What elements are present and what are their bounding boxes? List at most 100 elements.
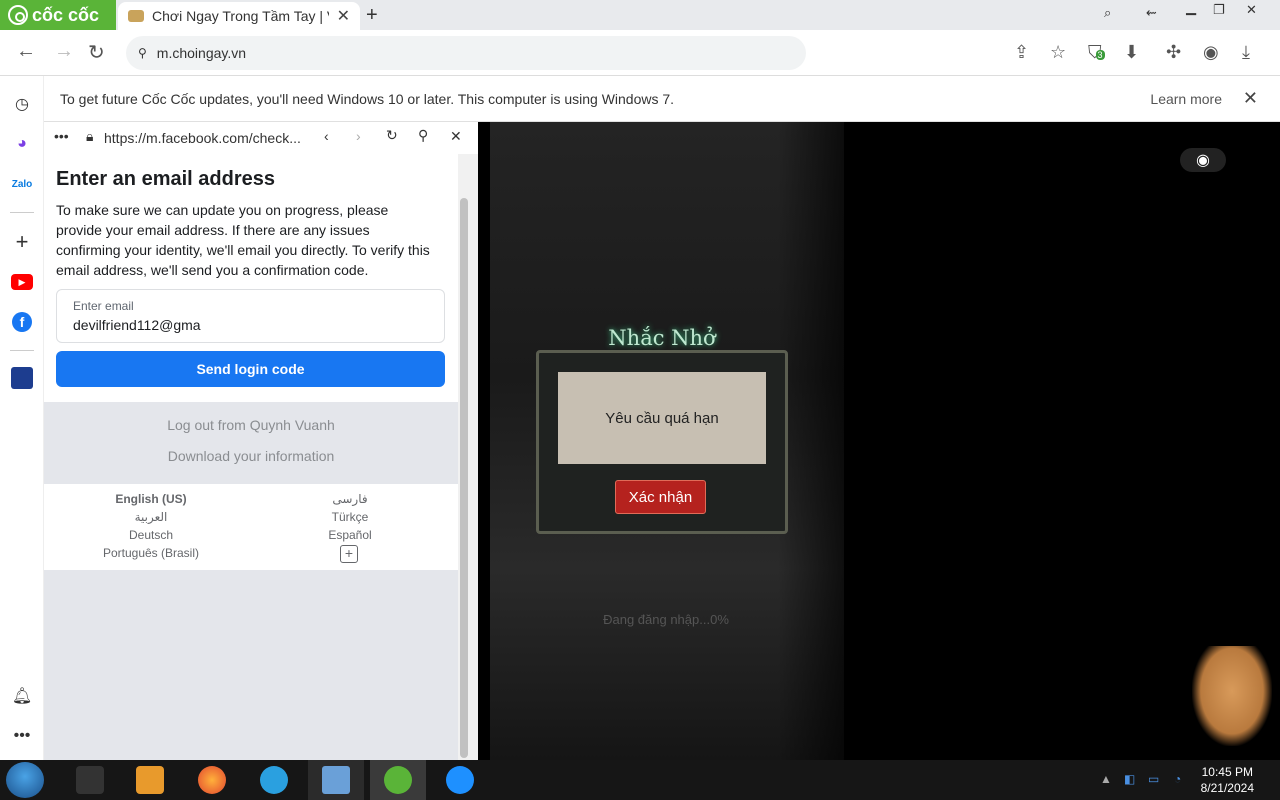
hamster-mascot-image[interactable]	[1192, 646, 1272, 746]
extension-shield-icon[interactable]: ⛉3	[1088, 42, 1105, 63]
email-label: Enter email	[73, 299, 134, 313]
language-turkish[interactable]: Türkçe	[260, 510, 440, 524]
firefox-icon	[198, 766, 226, 794]
lock-icon: 🔒︎	[86, 128, 94, 144]
email-input[interactable]	[73, 317, 423, 333]
panel-menu-icon[interactable]: •••	[54, 128, 69, 144]
side-panel-header: ••• 🔒︎ https://m.facebook.com/check... ‹…	[44, 122, 478, 154]
logout-link[interactable]: Log out from Quynh Vuanh	[44, 417, 458, 433]
reload-button[interactable]: ↻	[88, 40, 105, 65]
youtube-icon[interactable]: ▶	[10, 270, 34, 294]
panel-url: https://m.facebook.com/check...	[104, 130, 301, 146]
dialog-title: Nhắc Nhở	[608, 326, 716, 350]
game-canvas[interactable]: Nhắc Nhở Yêu cầu quá hạn Xác nhận Đang đ…	[478, 122, 1280, 760]
learn-more-link[interactable]: Learn more	[1150, 91, 1222, 107]
browser-brand-button[interactable]: cốc cốc	[0, 0, 116, 30]
share-icon[interactable]: ⇪	[1014, 42, 1029, 63]
back-to-tab-icon[interactable]: ⇜	[1146, 5, 1157, 21]
volume-icon[interactable]: ◔	[1174, 772, 1181, 786]
terminal-icon	[76, 766, 104, 794]
browser-tab-active[interactable]: Chơi Ngay Trong Tầm Tay | V ✕	[118, 2, 360, 30]
language-spanish[interactable]: Español	[260, 528, 440, 542]
panel-forward-icon[interactable]: ›	[356, 128, 361, 144]
more-languages-icon[interactable]: +	[340, 545, 358, 563]
forward-button[interactable]: →	[54, 40, 74, 63]
clock-date: 8/21/2024	[1200, 781, 1254, 795]
extension-badge: 3	[1095, 50, 1105, 60]
taskbar-app-firefox[interactable]	[184, 760, 240, 800]
taskbar-app-ie[interactable]	[432, 760, 488, 800]
download-manager-icon[interactable]: ⬇	[1124, 42, 1139, 63]
update-infobar: To get future Cốc Cốc updates, you'll ne…	[44, 76, 1280, 122]
zalo-icon[interactable]: Zalo	[10, 172, 34, 196]
media-player-icon	[136, 766, 164, 794]
language-selector: English (US) فارسی العربية Türkçe Deutsc…	[44, 484, 458, 570]
infobar-close-icon[interactable]: ✕	[1243, 88, 1258, 109]
coccoc-icon	[384, 766, 412, 794]
taskbar-clock[interactable]: 10:45 PM 8/21/2024	[1201, 764, 1254, 796]
taskbar-app-media[interactable]	[122, 760, 178, 800]
download-info-link[interactable]: Download your information	[44, 448, 458, 464]
panel-scrollbar-thumb[interactable]	[460, 198, 468, 758]
compass-browser-icon	[260, 766, 288, 794]
tray-expand-icon[interactable]: ▲	[1100, 772, 1112, 786]
facebook-icon[interactable]: f	[10, 310, 34, 334]
facebook-page: Enter an email address To make sure we c…	[44, 154, 458, 760]
rail-divider	[10, 350, 34, 351]
tab-title: Chơi Ngay Trong Tầm Tay | V	[152, 8, 329, 24]
site-info-icon[interactable]: ⚲	[138, 46, 147, 60]
language-portuguese[interactable]: Português (Brasil)	[61, 546, 241, 560]
taskbar-app-browser[interactable]	[246, 760, 302, 800]
game-shortcut-icon[interactable]	[10, 366, 34, 390]
windows-taskbar: ▲ ◧ ▭ ◔ 10:45 PM 8/21/2024	[0, 760, 1280, 800]
tab-close-icon[interactable]: ✕	[337, 6, 350, 26]
history-icon[interactable]: ◷	[10, 92, 34, 116]
extensions-icon[interactable]: ✣	[1166, 42, 1181, 63]
tab-search-icon[interactable]: ⌕	[1104, 5, 1111, 21]
minimize-button[interactable]: ▁	[1186, 0, 1196, 16]
internet-explorer-icon	[446, 766, 474, 794]
title-bar: cốc cốc Chơi Ngay Trong Tầm Tay | V ✕ + …	[0, 0, 1280, 30]
panel-reload-icon[interactable]: ↻	[386, 127, 398, 144]
coccoc-logo-icon	[8, 5, 28, 25]
panel-back-icon[interactable]: ‹	[324, 128, 329, 144]
tab-favicon-icon	[128, 10, 144, 22]
messenger-icon[interactable]: ◕	[10, 132, 34, 156]
form-description: To make sure we can update you on progre…	[56, 202, 430, 278]
tray-app-icon[interactable]: ◧	[1124, 772, 1135, 786]
email-form-card: Enter an email address To make sure we c…	[44, 154, 458, 402]
close-window-button[interactable]: ✕	[1246, 2, 1257, 18]
left-sidebar: ◷ ◕ Zalo + ▶ f 🔔︎ •••	[0, 76, 44, 760]
language-arabic[interactable]: العربية	[61, 510, 241, 524]
confirm-button[interactable]: Xác nhận	[615, 480, 706, 514]
panel-pin-icon[interactable]: ⚲	[418, 127, 428, 144]
brand-label: cốc cốc	[32, 4, 100, 25]
panel-close-icon[interactable]: ✕	[450, 128, 462, 145]
email-field[interactable]: Enter email	[56, 289, 445, 343]
taskbar-app-coccoc[interactable]	[370, 760, 426, 800]
send-login-code-button[interactable]: Send login code	[56, 351, 445, 387]
address-bar[interactable]: ⚲ m.choingay.vn	[126, 36, 806, 70]
scene-fade	[778, 122, 878, 760]
address-text: m.choingay.vn	[156, 45, 247, 61]
add-app-icon[interactable]: +	[10, 229, 34, 254]
taskbar-app-terminal[interactable]	[62, 760, 118, 800]
screenshot-camera-icon[interactable]: ◉	[1180, 148, 1226, 172]
browser-toolbar: ← → ↻ ⚲ m.choingay.vn ⇪ ☆ ⛉3 ⬇ ✣ ◉ ⤓	[0, 30, 1280, 76]
network-icon[interactable]: ▭	[1148, 772, 1159, 786]
dialog-message: Yêu cầu quá hạn	[558, 372, 766, 464]
back-button[interactable]: ←	[16, 40, 36, 63]
language-persian[interactable]: فارسی	[260, 492, 440, 506]
language-german[interactable]: Deutsch	[61, 528, 241, 542]
restore-button[interactable]: ❐	[1213, 2, 1225, 18]
start-button[interactable]	[6, 762, 44, 798]
rail-divider	[10, 212, 34, 213]
downloads-icon[interactable]: ⤓	[1242, 42, 1250, 63]
bookmark-star-icon[interactable]: ☆	[1050, 42, 1066, 63]
taskbar-app-photos[interactable]	[308, 760, 364, 800]
language-english[interactable]: English (US)	[61, 492, 241, 506]
more-options-icon[interactable]: •••	[10, 724, 34, 748]
new-tab-button[interactable]: +	[366, 4, 378, 27]
profile-icon[interactable]: ◉	[1203, 42, 1219, 63]
notification-bell-icon[interactable]: 🔔︎	[10, 684, 34, 708]
